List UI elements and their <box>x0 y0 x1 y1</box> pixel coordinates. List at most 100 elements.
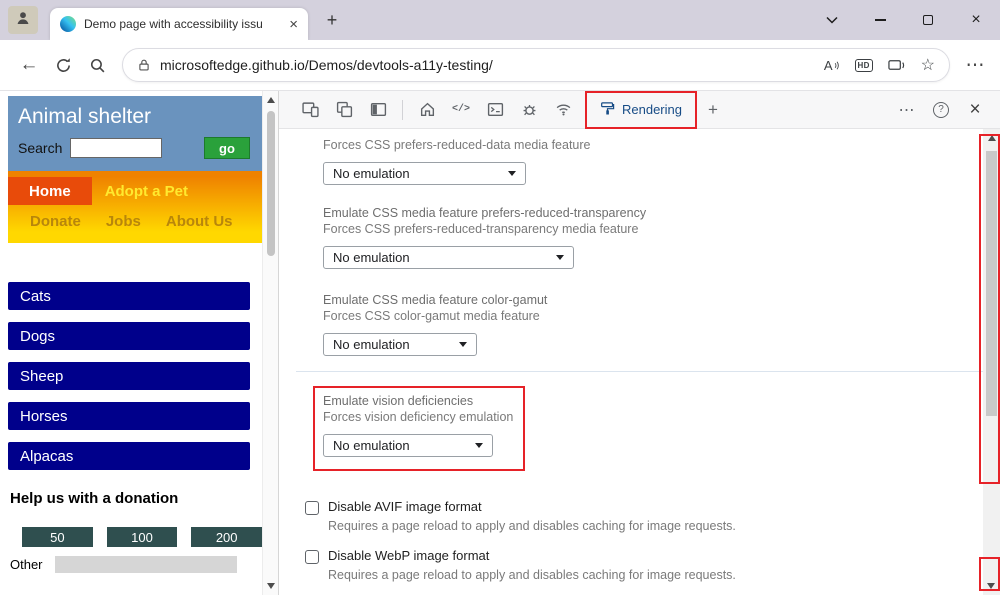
disable-avif-checkbox[interactable] <box>305 501 319 515</box>
section-reduced-transparency: Emulate CSS media feature prefers-reduce… <box>323 205 983 269</box>
minimize-icon <box>874 19 886 21</box>
welcome-home-icon[interactable] <box>410 96 444 124</box>
sources-icon[interactable]: </> <box>444 96 478 124</box>
tab-rendering[interactable]: Rendering <box>585 90 697 129</box>
devtools-scrollbar-thumb[interactable] <box>986 151 997 416</box>
tab-title: Demo page with accessibility issu <box>84 17 263 31</box>
section-description: Forces vision deficiency emulation <box>323 410 514 424</box>
read-aloud-icon[interactable]: A <box>824 58 840 73</box>
nav-item-donate[interactable]: Donate <box>30 213 81 230</box>
inspect-element-icon[interactable] <box>327 96 361 124</box>
settings-menu-button[interactable]: ⋯ <box>958 48 992 82</box>
go-button[interactable]: go <box>204 137 250 159</box>
animal-button-alpacas[interactable]: Alpacas <box>8 442 250 470</box>
nav-item-about-us[interactable]: About Us <box>166 213 233 230</box>
dock-side-icon[interactable] <box>361 96 395 124</box>
page-scrollbar[interactable] <box>262 91 278 595</box>
new-tab-button[interactable]: + <box>321 9 343 31</box>
animal-button-horses[interactable]: Horses <box>8 402 250 430</box>
window-close-button[interactable]: × <box>952 0 1000 40</box>
help-icon[interactable]: ? <box>933 101 949 118</box>
chevron-down-icon <box>459 342 467 347</box>
devtools-toolbar-right: ⋯ ? × <box>890 99 1000 121</box>
more-options-icon[interactable]: ⋯ <box>890 100 924 120</box>
devtools-close-icon[interactable]: × <box>958 99 992 121</box>
reduced-data-dropdown[interactable]: No emulation <box>323 162 526 185</box>
nav-item-home[interactable]: Home <box>8 177 92 205</box>
section-vision-deficiencies: Emulate vision deficiencies Forces visio… <box>313 386 535 471</box>
browser-window: Demo page with accessibility issu × + × … <box>0 0 1000 595</box>
minimize-button[interactable] <box>856 0 904 40</box>
animal-button-dogs[interactable]: Dogs <box>8 322 250 350</box>
devtools-scrollbar[interactable] <box>983 129 1000 595</box>
scroll-down-icon[interactable] <box>267 583 275 589</box>
browser-tab[interactable]: Demo page with accessibility issu × <box>50 8 308 40</box>
hd-badge-icon[interactable]: HD <box>854 58 873 72</box>
other-donation-row: Other <box>10 556 262 573</box>
site-info-lock-icon[interactable] <box>137 58 151 72</box>
checkbox-description: Requires a page reload to apply and disa… <box>328 568 736 582</box>
vision-deficiency-dropdown[interactable]: No emulation <box>323 434 493 457</box>
add-tool-button[interactable]: + <box>698 100 728 120</box>
checkbox-label: Disable WebP image format <box>328 548 490 563</box>
animal-button-cats[interactable]: Cats <box>8 282 250 310</box>
section-description: Forces CSS prefers-reduced-transparency … <box>323 222 639 236</box>
donation-50-button[interactable]: 50 <box>22 527 93 547</box>
media-audio-icon[interactable] <box>887 58 906 73</box>
dropdown-value: No emulation <box>333 438 410 453</box>
search-row: Search go <box>18 137 252 159</box>
section-reduced-data: Forces CSS prefers-reduced-data media fe… <box>323 137 983 185</box>
animal-button-sheep[interactable]: Sheep <box>8 362 250 390</box>
tab-list-chevron-icon[interactable] <box>808 0 856 40</box>
url-text: microsoftedge.github.io/Demos/devtools-a… <box>160 57 493 73</box>
donation-heading: Help us with a donation <box>10 490 179 507</box>
scroll-up-icon[interactable] <box>987 135 996 141</box>
favorites-star-icon[interactable]: ☆ <box>921 55 935 75</box>
maximize-button[interactable] <box>904 0 952 40</box>
reduced-transparency-dropdown[interactable]: No emulation <box>323 246 574 269</box>
address-bar[interactable]: microsoftedge.github.io/Demos/devtools-a… <box>122 48 950 82</box>
page-scrollbar-thumb[interactable] <box>267 111 275 256</box>
page-navigation: Home Adopt a Pet Donate Jobs About Us <box>8 171 262 243</box>
window-controls: × <box>808 0 1000 40</box>
maximize-icon <box>923 15 933 25</box>
nav-item-jobs[interactable]: Jobs <box>106 213 141 230</box>
section-title: Emulate CSS media feature prefers-reduce… <box>323 206 647 220</box>
donation-100-button[interactable]: 100 <box>106 527 178 547</box>
search-input[interactable] <box>70 138 163 158</box>
titlebar: Demo page with accessibility issu × + × <box>0 0 1000 40</box>
devtools-toolbar: </> Rendering + ⋯ ? × <box>279 90 1000 129</box>
debugger-bug-icon[interactable] <box>512 96 546 124</box>
refresh-button[interactable] <box>46 48 80 82</box>
search-icon[interactable] <box>80 48 114 82</box>
scroll-up-icon[interactable] <box>266 97 275 103</box>
address-bar-actions: A HD ☆ <box>824 55 935 75</box>
tab-close-icon[interactable]: × <box>289 17 298 32</box>
webpage: Animal shelter Search go Home Adopt a Pe… <box>0 91 262 595</box>
nav-item-adopt-a-pet[interactable]: Adopt a Pet <box>105 183 188 200</box>
network-wifi-icon[interactable] <box>546 96 580 124</box>
rendering-tab-label: Rendering <box>622 102 682 117</box>
chevron-down-icon <box>508 171 516 176</box>
devtools-panel: </> Rendering + ⋯ ? × Forces CSS prefers… <box>278 90 1000 595</box>
chevron-down-icon <box>475 443 483 448</box>
other-amount-input[interactable] <box>54 556 237 573</box>
console-icon[interactable] <box>478 96 512 124</box>
checkbox-description: Requires a page reload to apply and disa… <box>328 519 736 533</box>
dropdown-value: No emulation <box>333 166 410 181</box>
page-title: Animal shelter <box>18 105 152 128</box>
section-title: Emulate CSS media feature color-gamut <box>323 293 548 307</box>
section-divider <box>296 371 983 372</box>
device-emulation-icon[interactable] <box>293 96 327 124</box>
disable-webp-checkbox[interactable] <box>305 550 319 564</box>
content-area: Animal shelter Search go Home Adopt a Pe… <box>0 90 1000 595</box>
back-button[interactable]: ← <box>12 48 46 82</box>
rendering-paint-icon <box>600 101 615 119</box>
scroll-down-icon[interactable] <box>987 583 995 589</box>
profile-avatar[interactable] <box>8 6 38 34</box>
donation-200-button[interactable]: 200 <box>191 527 262 547</box>
search-label: Search <box>18 140 63 156</box>
disable-avif-row: Disable AVIF image format Requires a pag… <box>305 499 983 534</box>
section-description: Forces CSS color-gamut media feature <box>323 309 540 323</box>
color-gamut-dropdown[interactable]: No emulation <box>323 333 477 356</box>
